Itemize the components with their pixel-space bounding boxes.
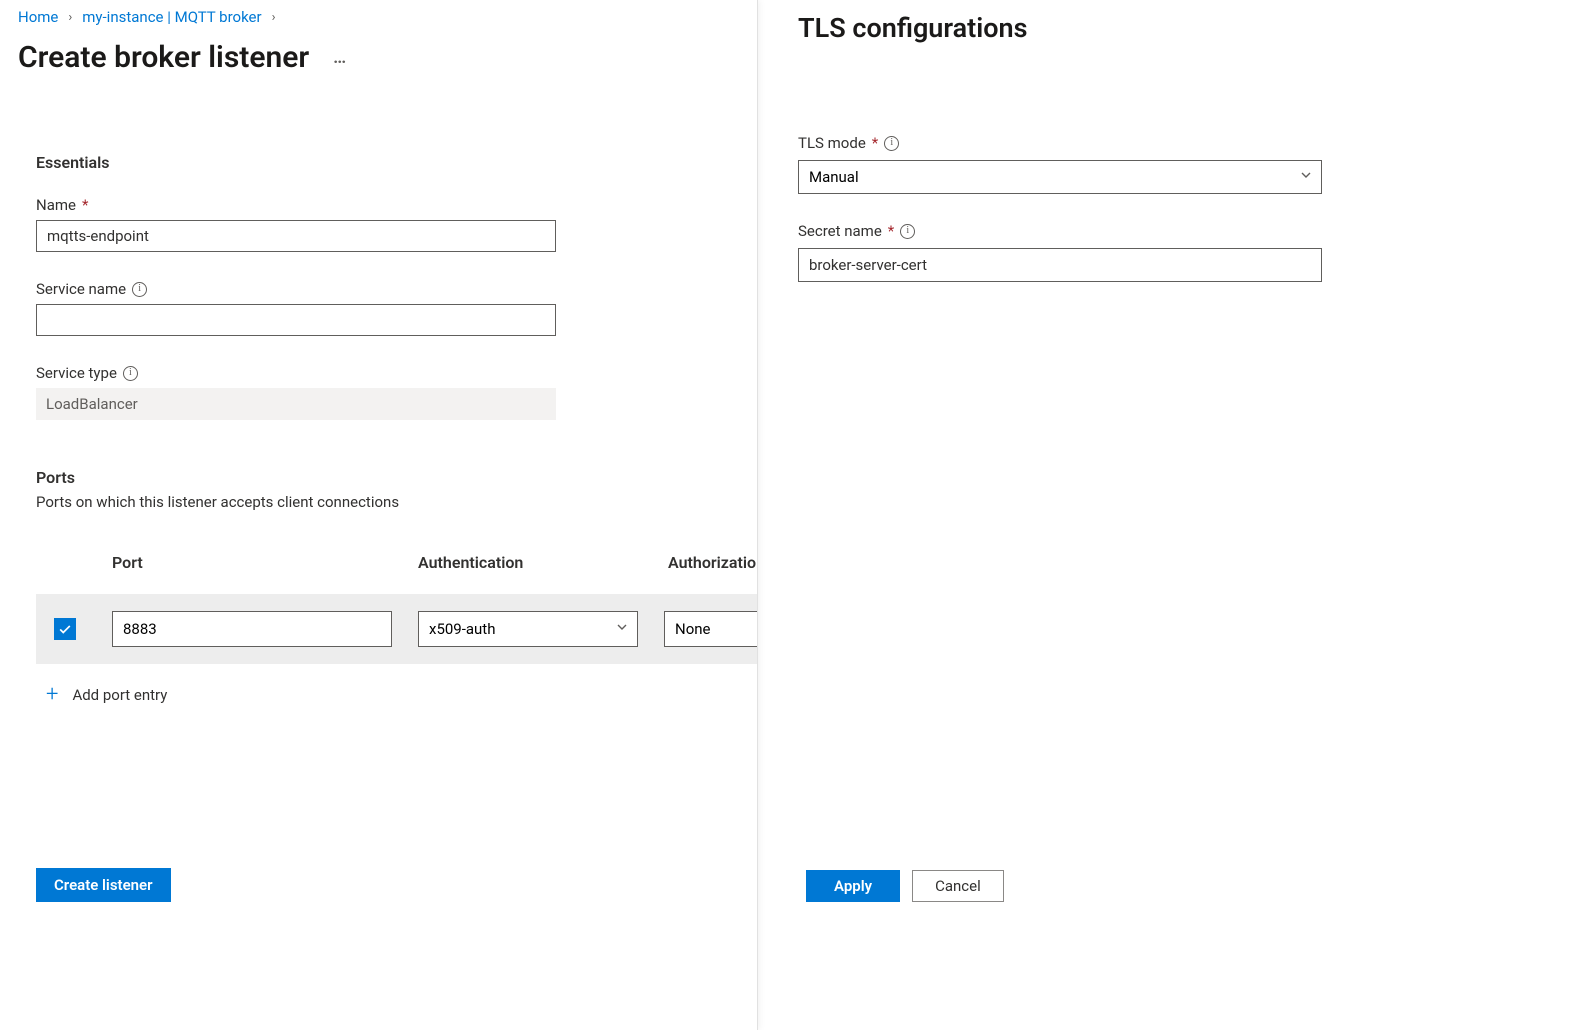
ports-header-row: Port Authentication Authorization	[36, 553, 757, 572]
apply-button[interactable]: Apply	[806, 870, 900, 902]
page-title: Create broker listener	[18, 40, 309, 75]
col-auth-header: Authentication	[418, 553, 668, 572]
name-label: Name*	[36, 196, 757, 214]
check-icon	[58, 622, 72, 636]
authentication-select[interactable]	[418, 611, 638, 647]
create-listener-button[interactable]: Create listener	[36, 868, 171, 902]
info-icon[interactable]: i	[123, 366, 138, 381]
info-icon[interactable]: i	[900, 224, 915, 239]
plus-icon: +	[46, 684, 58, 706]
add-port-entry-label: Add port entry	[72, 686, 167, 704]
ports-description: Ports on which this listener accepts cli…	[36, 493, 757, 511]
breadcrumb-home[interactable]: Home	[18, 8, 58, 26]
authorization-select[interactable]	[664, 611, 757, 647]
ports-section: Ports Ports on which this listener accep…	[18, 468, 757, 706]
tls-mode-select[interactable]	[798, 160, 1322, 194]
port-input[interactable]	[112, 611, 392, 647]
port-row	[36, 594, 757, 664]
tls-config-panel: TLS configurations TLS mode* i Secret na…	[758, 0, 1584, 1030]
essentials-section: Essentials Name* Service name i Service …	[18, 153, 757, 420]
more-actions-icon[interactable]: …	[333, 47, 347, 68]
service-name-label: Service name i	[36, 280, 757, 298]
create-listener-pane: Home › my-instance | MQTT broker › Creat…	[0, 0, 758, 1030]
panel-title: TLS configurations	[798, 12, 1544, 44]
breadcrumb: Home › my-instance | MQTT broker ›	[18, 8, 757, 26]
info-icon[interactable]: i	[132, 282, 147, 297]
service-type-label: Service type i	[36, 364, 757, 382]
secret-name-input[interactable]	[798, 248, 1322, 282]
info-icon[interactable]: i	[884, 136, 899, 151]
col-port-header: Port	[112, 553, 418, 572]
secret-name-label: Secret name* i	[798, 222, 1544, 240]
service-type-input	[36, 388, 556, 420]
tls-mode-label: TLS mode* i	[798, 134, 1544, 152]
ports-table: Port Authentication Authorization	[36, 553, 757, 706]
row-checkbox[interactable]	[54, 618, 76, 640]
cancel-button[interactable]: Cancel	[912, 870, 1004, 902]
chevron-right-icon: ›	[68, 10, 72, 25]
service-name-input[interactable]	[36, 304, 556, 336]
breadcrumb-instance[interactable]: my-instance | MQTT broker	[82, 8, 261, 26]
add-port-entry-button[interactable]: + Add port entry	[36, 684, 757, 706]
essentials-heading: Essentials	[36, 153, 757, 172]
name-input[interactable]	[36, 220, 556, 252]
chevron-right-icon: ›	[272, 10, 276, 25]
ports-heading: Ports	[36, 468, 757, 487]
col-authz-header: Authorization	[668, 553, 757, 572]
